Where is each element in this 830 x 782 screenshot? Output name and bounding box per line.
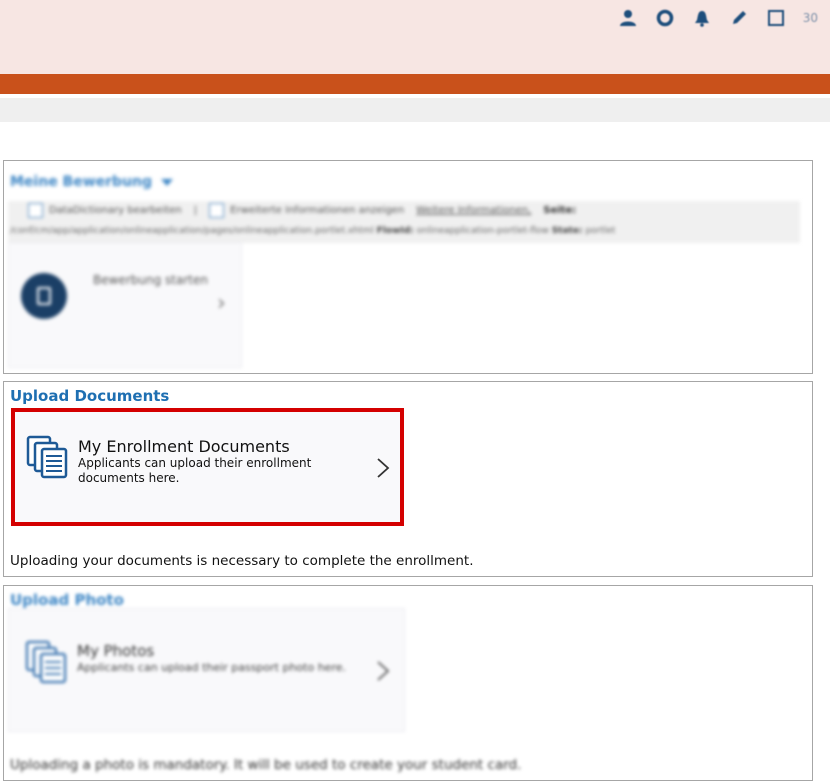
header-toolbar: 30 <box>618 8 818 28</box>
page-path: /conf/cm/app/application/onlineapplicati… <box>10 226 374 236</box>
flowid-label: FlowId: <box>376 226 414 236</box>
application-panel-title: Meine Bewerbung <box>10 174 153 190</box>
caret-down-icon[interactable] <box>161 178 174 186</box>
upload-photo-footer: Uploading a photo is mandatory. It will … <box>10 757 522 773</box>
start-application-tile[interactable]: Bewerbung starten › <box>8 242 242 368</box>
separator: | <box>193 205 198 216</box>
state-value: portlet <box>585 226 616 236</box>
state-label: State: <box>551 226 583 236</box>
developer-info-bar: DataDictionary bearbeiten | Erweiterte I… <box>8 201 800 243</box>
developer-path-line: /conf/cm/app/application/onlineapplicati… <box>10 226 615 236</box>
chevron-right-icon <box>375 659 391 687</box>
enrollment-documents-title: My Enrollment Documents <box>78 437 290 456</box>
upload-photo-title: Upload Photo <box>10 591 124 609</box>
page-label: Seite: <box>543 205 577 216</box>
navigation-bar <box>0 98 830 122</box>
chevron-right-icon <box>375 456 391 484</box>
upload-documents-footer: Uploading your documents is necessary to… <box>10 553 474 569</box>
page-header: 30 <box>0 0 830 74</box>
data-dictionary-label: DataDictionary bearbeiten <box>49 205 182 216</box>
my-photos-title: My Photos <box>77 642 155 660</box>
chevron-right-icon: › <box>217 291 226 316</box>
upload-photo-panel: Upload Photo My Photos Applicants can up… <box>3 585 813 781</box>
bell-icon[interactable] <box>692 8 712 28</box>
photos-stack-icon <box>25 640 69 688</box>
my-photos-description: Applicants can upload their passport pho… <box>77 661 346 674</box>
pencil-icon[interactable] <box>729 8 749 28</box>
gear-icon[interactable] <box>655 8 675 28</box>
start-application-label: Bewerbung starten <box>93 273 208 287</box>
enrollment-documents-tile[interactable]: My Enrollment Documents Applicants can u… <box>11 408 404 526</box>
flowid-value: onlineapplication-portlet-flow <box>416 226 549 236</box>
document-circle-icon <box>21 273 67 319</box>
documents-stack-icon <box>26 435 70 483</box>
square-icon[interactable] <box>766 8 786 28</box>
upload-documents-panel: Upload Documents My Enrollment Documents… <box>3 381 813 577</box>
more-info-link[interactable]: Weitere Informationen, <box>416 205 531 216</box>
accent-bar <box>0 74 830 94</box>
application-panel-header[interactable]: Meine Bewerbung <box>10 174 174 190</box>
my-photos-tile[interactable]: My Photos Applicants can upload their pa… <box>8 608 405 732</box>
upload-documents-title: Upload Documents <box>10 387 170 405</box>
data-dictionary-checkbox[interactable] <box>28 203 43 218</box>
application-panel: Meine Bewerbung DataDictionary bearbeite… <box>3 160 813 374</box>
count-badge: 30 <box>802 11 818 25</box>
user-icon[interactable] <box>618 8 638 28</box>
enrollment-documents-description: Applicants can upload their enrollment d… <box>78 456 312 485</box>
extended-info-checkbox[interactable] <box>209 203 225 218</box>
extended-info-label: Erweiterte Informationen anzeigen <box>230 205 405 216</box>
